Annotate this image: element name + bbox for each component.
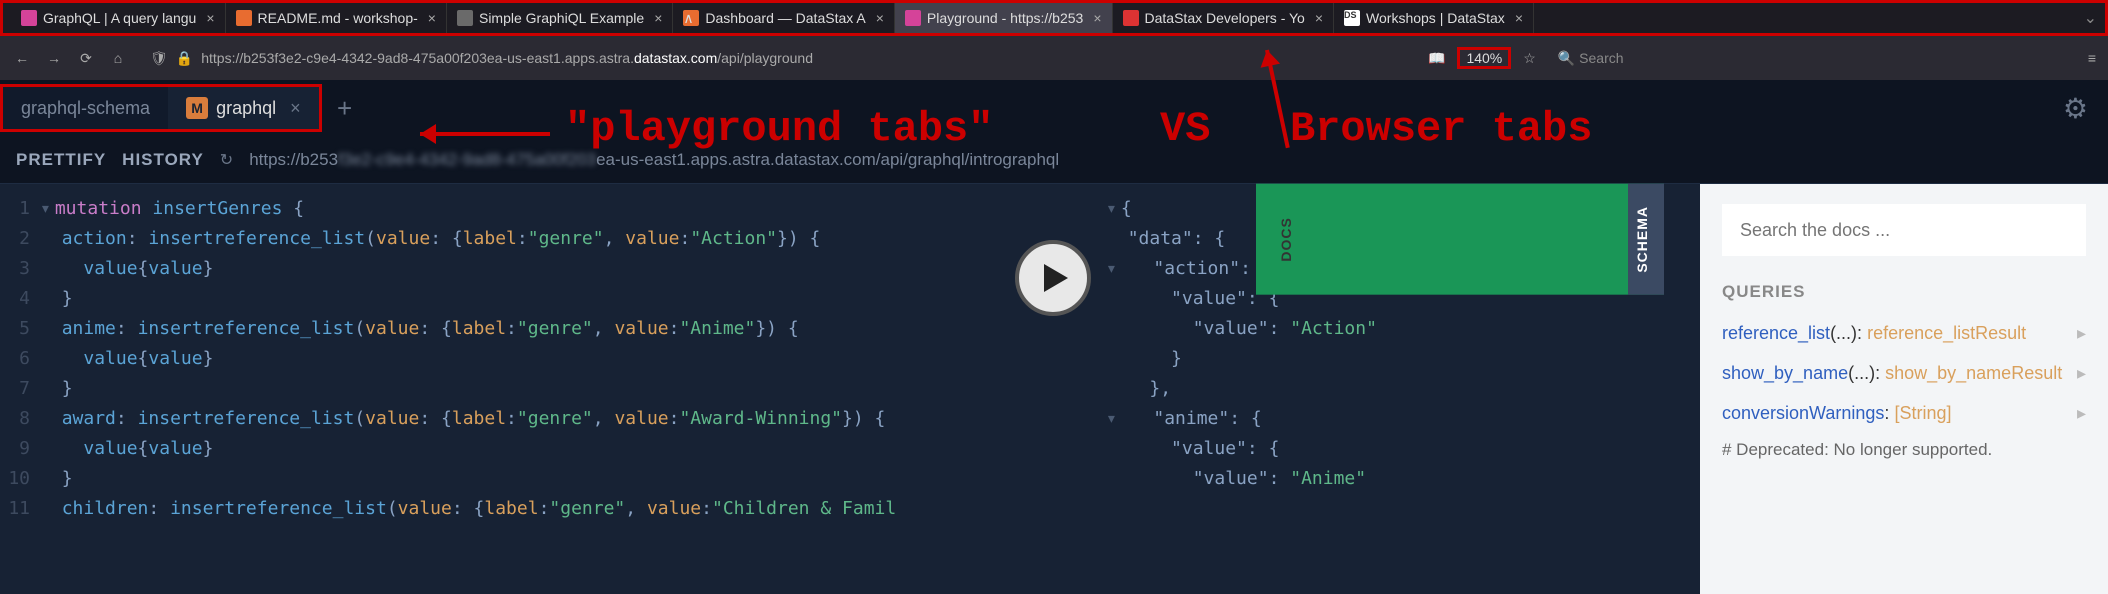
playground-tabs-highlight: graphql-schema Mgraphql × (0, 84, 322, 132)
close-icon[interactable]: × (1093, 10, 1101, 26)
playground-tab-label: graphql-schema (21, 98, 150, 119)
docs-query-item[interactable]: show_by_name(...): show_by_nameResult▸ (1722, 360, 2086, 386)
history-button[interactable]: HISTORY (122, 150, 204, 170)
docs-deprecated-note: # Deprecated: No longer supported. (1722, 440, 2086, 460)
browser-tab[interactable]: Playground - https://b253 × (895, 3, 1113, 33)
docs-panel: QUERIES reference_list(...): reference_l… (1700, 184, 2108, 594)
endpoint-url[interactable]: https://b253f3e2-c9e4-4342-9ad8-475a00f2… (249, 150, 2092, 170)
browser-tab[interactable]: DS Workshops | DataStax × (1334, 3, 1534, 33)
run-query-button[interactable] (1015, 240, 1091, 316)
docs-section-header: QUERIES (1722, 282, 2086, 302)
reload-icon[interactable]: ⟳ (76, 50, 96, 67)
reader-icon[interactable]: 📖 (1428, 50, 1445, 67)
close-icon[interactable]: × (206, 10, 214, 26)
playground-tab-label: graphql (216, 98, 276, 119)
search-icon: 🔍 (1558, 50, 1575, 66)
shield-icon[interactable]: 🛡 (150, 50, 168, 67)
search-input[interactable]: 🔍 Search (1548, 50, 2068, 67)
chevron-right-icon: ▸ (2077, 320, 2086, 346)
playground-tab-graphql[interactable]: Mgraphql × (168, 87, 319, 129)
browser-tab-label: Workshops | DataStax (1366, 10, 1505, 26)
query-editor[interactable]: 1234567891011 ▾mutation insertGenres { a… (0, 184, 1090, 594)
favicon-icon (236, 10, 252, 26)
favicon-icon (21, 10, 37, 26)
mutation-badge: M (186, 97, 208, 119)
favicon-icon (457, 10, 473, 26)
line-gutter: 1234567891011 (0, 194, 40, 584)
url-text: https://b253f3e2-c9e4-4342-9ad8-475a00f2… (201, 50, 813, 66)
prettify-button[interactable]: PRETTIFY (16, 150, 106, 170)
home-icon[interactable]: ⌂ (108, 50, 128, 66)
docs-search-input[interactable] (1722, 204, 2086, 256)
chevron-right-icon: ▸ (2077, 400, 2086, 426)
address-bar: ← → ⟳ ⌂ 🛡 🔒 https://b253f3e2-c9e4-4342-9… (0, 36, 2108, 80)
schema-tab[interactable]: SCHEMA (1628, 184, 1664, 295)
hamburger-icon[interactable]: ≡ (2088, 50, 2096, 66)
reload-icon[interactable]: ↻ (220, 150, 233, 170)
browser-tab-label: Simple GraphiQL Example (479, 10, 644, 26)
browser-tab[interactable]: ∧ Dashboard — DataStax A × (673, 3, 895, 33)
add-tab-button[interactable]: + (322, 93, 368, 124)
playground-tab-schema[interactable]: graphql-schema (3, 87, 168, 129)
code-content: ▾mutation insertGenres { action: insertr… (40, 194, 1090, 584)
browser-tab-label: DataStax Developers - Yo (1145, 10, 1305, 26)
annotation-arrow (420, 132, 550, 136)
playground-tab-bar: graphql-schema Mgraphql × + ⚙ (0, 80, 2108, 136)
browser-tab[interactable]: GraphQL | A query langu × (11, 3, 226, 33)
close-icon[interactable]: × (1315, 10, 1323, 26)
browser-tab[interactable]: README.md - workshop- × (226, 3, 447, 33)
browser-tab-label: Playground - https://b253 (927, 10, 1083, 26)
zoom-level[interactable]: 140% (1457, 47, 1511, 69)
browser-tab-bar: GraphQL | A query langu × README.md - wor… (0, 0, 2108, 36)
forward-icon[interactable]: → (44, 50, 64, 66)
docs-tab[interactable]: DOCS (1256, 184, 1664, 295)
gear-icon[interactable]: ⚙ (2063, 92, 2088, 125)
bookmark-icon[interactable]: ☆ (1523, 50, 1536, 67)
browser-tab-label: Dashboard — DataStax A (705, 10, 865, 26)
back-icon[interactable]: ← (12, 50, 32, 66)
side-tabs: DOCS SCHEMA (1628, 184, 1664, 295)
favicon-icon (1123, 10, 1139, 26)
chevron-down-icon[interactable]: ⌄ (2084, 8, 2097, 28)
close-icon[interactable]: × (290, 98, 301, 119)
close-icon[interactable]: × (654, 10, 662, 26)
playground-toolbar: PRETTIFY HISTORY ↻ https://b253f3e2-c9e4… (0, 136, 2108, 184)
docs-query-item[interactable]: conversionWarnings: [String]▸ (1722, 400, 2086, 426)
browser-tab-label: README.md - workshop- (258, 10, 418, 26)
close-icon[interactable]: × (876, 10, 884, 26)
chevron-right-icon: ▸ (2077, 360, 2086, 386)
favicon-icon: DS (1344, 10, 1360, 26)
favicon-icon: ∧ (683, 10, 699, 26)
browser-tab-label: GraphQL | A query langu (43, 10, 196, 26)
docs-query-item[interactable]: reference_list(...): reference_listResul… (1722, 320, 2086, 346)
url-input[interactable]: 🛡 🔒 https://b253f3e2-c9e4-4342-9ad8-475a… (140, 50, 1416, 67)
favicon-icon (905, 10, 921, 26)
close-icon[interactable]: × (428, 10, 436, 26)
close-icon[interactable]: × (1515, 10, 1523, 26)
lock-icon[interactable]: 🔒 (176, 50, 193, 67)
browser-tab[interactable]: Simple GraphiQL Example × (447, 3, 673, 33)
browser-tab[interactable]: DataStax Developers - Yo × (1113, 3, 1335, 33)
